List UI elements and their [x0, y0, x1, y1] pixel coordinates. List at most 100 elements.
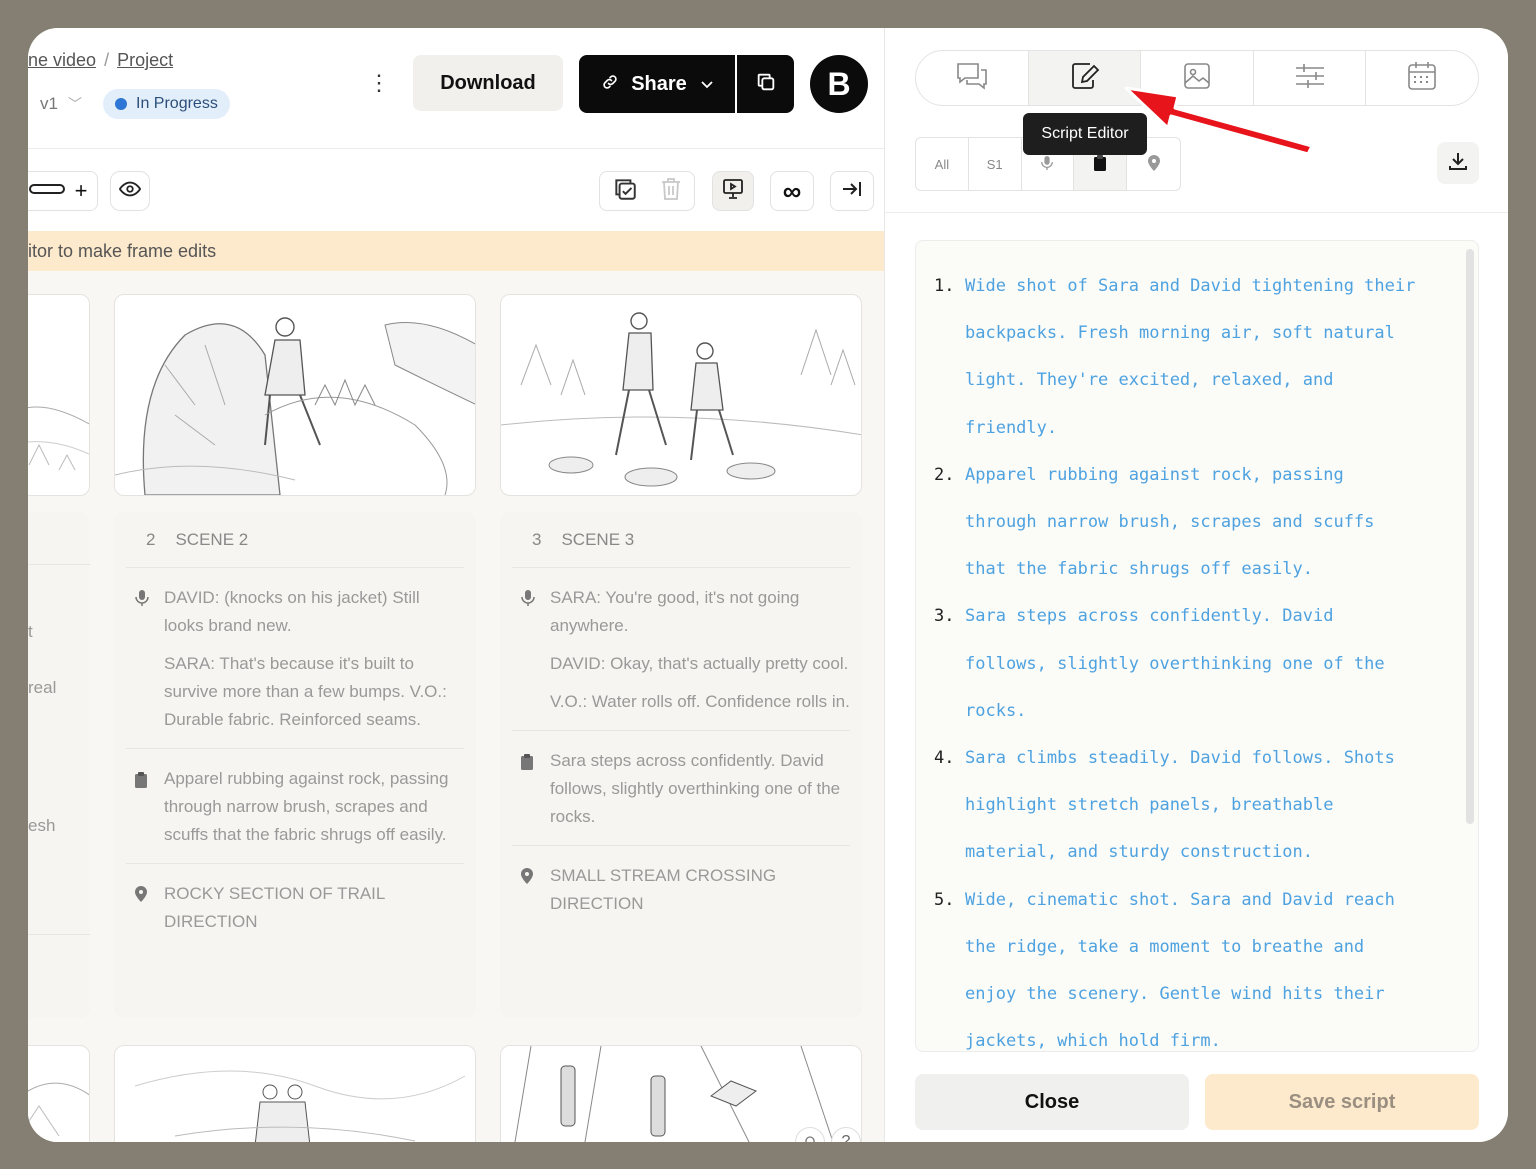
script-line-text: Sara steps across confidently. David: [965, 606, 1334, 627]
script-line-text: follows, slightly overthinking one of th…: [965, 653, 1385, 674]
download-button[interactable]: Download: [413, 55, 563, 111]
copy-link-button[interactable]: [737, 55, 794, 113]
script-line-text: Wide shot of Sara and David tightening t…: [965, 276, 1416, 296]
download-icon: [1447, 150, 1469, 177]
action-section[interactable]: Sara steps across confidently. David fol…: [512, 731, 850, 846]
tab-images[interactable]: [1141, 51, 1254, 105]
status-dot-icon: [115, 98, 127, 110]
tooltip-script-editor: Script Editor: [1023, 113, 1147, 155]
dialogue-line: DAVID: Okay, that's actually pretty cool…: [550, 654, 849, 673]
preview-button[interactable]: [110, 171, 150, 211]
action-text: Sara steps across confidently. David fol…: [550, 751, 841, 826]
scene-number: 3: [532, 530, 542, 549]
tab-script-editor[interactable]: [1028, 51, 1142, 105]
script-line: follows, slightly overthinking one of th…: [934, 641, 1428, 688]
frame-thumbnail-1[interactable]: [28, 294, 90, 496]
avatar[interactable]: B: [810, 55, 868, 113]
chevron-down-icon: [701, 76, 713, 92]
scene-header: 3 SCENE 3: [512, 512, 850, 568]
script-line: friendly.: [934, 405, 1428, 452]
script-line: 3. Sara steps across confidently. David: [934, 593, 1428, 640]
script-line-number: [934, 924, 965, 971]
script-textarea[interactable]: 1. Wide shot of Sara and David tightening…: [915, 240, 1479, 1052]
script-line: light. They're excited, relaxed, and: [934, 357, 1428, 404]
script-line-text: that the fabric shrugs off easily.: [965, 559, 1313, 580]
present-button[interactable]: [712, 171, 754, 211]
script-line-number: [934, 357, 965, 404]
breadcrumb: ne video / Project: [28, 50, 174, 70]
more-options-icon[interactable]: ⋮: [368, 72, 390, 94]
script-line: 2. Apparel rubbing against rock, passing: [934, 452, 1428, 499]
comments-icon: [955, 61, 989, 96]
location-pin-icon: [1147, 154, 1161, 175]
tab-settings[interactable]: [1254, 51, 1367, 105]
dialogue-section[interactable]: SARA: You're good, it's not going anywhe…: [512, 568, 850, 731]
script-line-text: the ridge, take a moment to breathe and: [965, 936, 1365, 957]
script-line-number: 5.: [934, 889, 955, 910]
collapse-panel-button[interactable]: [830, 171, 874, 211]
script-line-number: [934, 971, 965, 1018]
script-list: 1. Wide shot of Sara and David tightening…: [916, 241, 1478, 1051]
breadcrumb-parent[interactable]: ne video: [28, 50, 96, 70]
download-script-button[interactable]: [1437, 142, 1479, 184]
share-button[interactable]: Share: [579, 55, 735, 113]
save-script-button[interactable]: Save script: [1205, 1074, 1479, 1130]
status-label: In Progress: [136, 95, 218, 112]
scene-card-1: t real esh: [28, 512, 90, 1018]
script-editor-panel: All S1 Script Editor 1. Wide shot of Sara…: [884, 28, 1508, 1142]
filter-all[interactable]: All: [916, 138, 969, 190]
dialogue-section[interactable]: DAVID: (knocks on his jacket) Still look…: [126, 568, 464, 749]
scene-card-3: 3 SCENE 3 SARA: You're good, it's not goi…: [500, 512, 862, 1018]
zoom-control[interactable]: +: [28, 171, 98, 211]
script-line: rocks.: [934, 688, 1428, 735]
edit-mode-banner: itor to make frame edits: [28, 231, 884, 271]
frame-thumbnail-4[interactable]: [28, 1045, 90, 1142]
script-line: 1. Wide shot of Sara and David tightening…: [934, 263, 1428, 310]
scene-title: SCENE 3: [561, 530, 635, 549]
panel-divider: [885, 212, 1508, 213]
close-button[interactable]: Close: [915, 1074, 1189, 1130]
panel-tabs: [915, 50, 1479, 106]
script-line: jackets, which hold firm.: [934, 1018, 1428, 1051]
script-line-text: highlight stretch panels, breathable: [965, 795, 1334, 816]
plus-icon[interactable]: +: [75, 178, 88, 204]
frame-thumbnail-3[interactable]: [500, 294, 862, 496]
location-section[interactable]: SMALL STREAM CROSSING DIRECTION: [512, 846, 850, 932]
script-line-number: [934, 405, 965, 452]
select-frames-icon[interactable]: [612, 176, 638, 207]
location-section[interactable]: ROCKY SECTION OF TRAIL DIRECTION: [126, 864, 464, 950]
script-scrollbar[interactable]: [1466, 249, 1474, 824]
filter-s1[interactable]: S1: [969, 138, 1022, 190]
loop-button[interactable]: ∞: [770, 171, 814, 211]
script-line-text: Apparel rubbing against rock, passing: [965, 464, 1344, 485]
microphone-icon: [134, 588, 150, 606]
dialogue-line: V.O.: Water rolls off. Confidence rolls …: [550, 692, 850, 711]
link-icon: [601, 73, 619, 96]
app-window: ne video / Project v1 ﹀ In Progress ⋮ Downl…: [28, 28, 1508, 1142]
script-line: backpacks. Fresh morning air, soft natur…: [934, 310, 1428, 357]
script-line-number: 2.: [934, 464, 955, 485]
script-line-number: [934, 1018, 965, 1051]
tab-comments[interactable]: [916, 51, 1029, 105]
clipboard-icon: [1093, 154, 1107, 175]
calendar-icon: [1406, 60, 1438, 97]
clipboard-icon: [134, 769, 150, 788]
breadcrumb-current[interactable]: Project: [117, 50, 173, 70]
status-badge: In Progress: [103, 89, 230, 119]
share-label: Share: [631, 72, 687, 95]
tab-schedule[interactable]: [1366, 51, 1478, 105]
action-section[interactable]: Apparel rubbing against rock, passing th…: [126, 749, 464, 864]
script-line: highlight stretch panels, breathable: [934, 782, 1428, 829]
script-line-text: Wide, cinematic shot. Sara and David rea…: [965, 889, 1395, 910]
frame-thumbnail-2[interactable]: [114, 294, 476, 496]
frame-thumbnail-5[interactable]: [114, 1045, 476, 1142]
arrow-right-bar-icon: [841, 180, 863, 203]
copy-icon: [755, 71, 777, 98]
script-line-text: material, and sturdy construction.: [965, 842, 1313, 863]
trash-icon[interactable]: [660, 177, 682, 206]
script-line-number: [934, 829, 965, 876]
version-select[interactable]: v1 ﹀: [40, 94, 82, 114]
eye-icon: [118, 181, 142, 202]
clipboard-icon: [520, 751, 536, 770]
dialogue-line: SARA: You're good, it's not going anywhe…: [550, 588, 800, 635]
